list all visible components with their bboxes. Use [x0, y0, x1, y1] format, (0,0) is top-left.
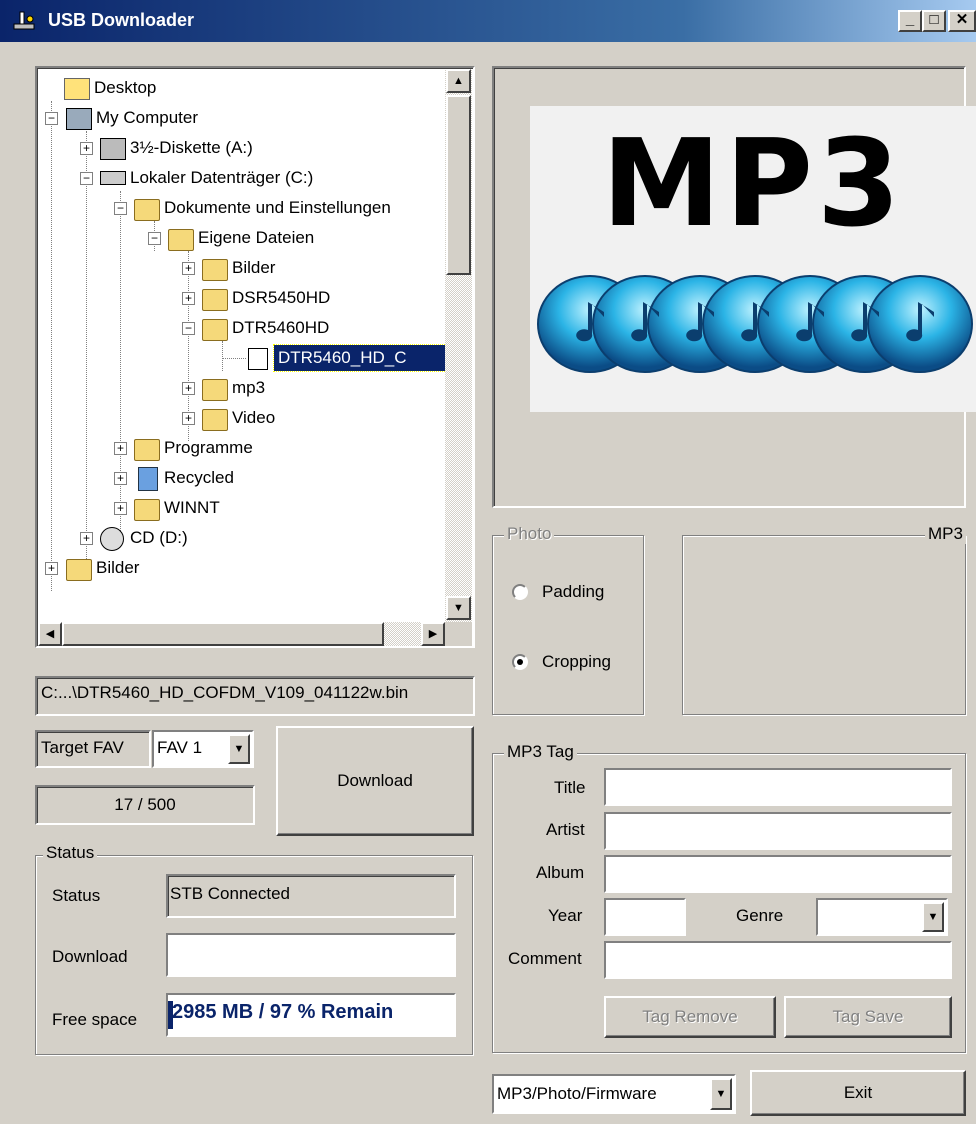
status-label: Status [52, 886, 101, 905]
folder-icon [134, 199, 160, 221]
free-space-label: Free space [52, 1010, 138, 1029]
download-button[interactable]: Download [276, 726, 474, 836]
comment-label: Comment [508, 949, 582, 968]
folder-icon [134, 499, 160, 521]
collapse-icon[interactable]: − [182, 322, 195, 335]
scroll-left-icon[interactable]: ◀ [38, 622, 62, 646]
cd-drive-icon [100, 527, 124, 551]
status-value: STB Connected [166, 874, 456, 918]
expand-icon[interactable]: + [182, 412, 195, 425]
album-input[interactable] [604, 855, 952, 893]
chevron-down-icon[interactable]: ▼ [710, 1078, 732, 1110]
status-group-legend: Status [43, 843, 98, 863]
padding-radio[interactable] [512, 584, 528, 600]
download-progress-field [166, 933, 456, 977]
mp3-group [682, 535, 966, 715]
chevron-down-icon[interactable]: ▼ [922, 902, 944, 932]
photo-group-legend: Photo [504, 524, 555, 544]
tag-remove-button[interactable]: Tag Remove [604, 996, 776, 1038]
expand-icon[interactable]: + [80, 532, 93, 545]
title-label: Title [554, 778, 586, 797]
genre-select[interactable]: ▼ [816, 898, 948, 936]
floppy-drive-icon [100, 138, 126, 160]
folder-icon [202, 319, 228, 341]
folder-icon [66, 559, 92, 581]
expand-icon[interactable]: + [45, 562, 58, 575]
title-input[interactable] [604, 768, 952, 806]
expand-icon[interactable]: + [80, 142, 93, 155]
folder-icon [134, 439, 160, 461]
genre-label: Genre [736, 906, 784, 925]
folder-icon [202, 289, 228, 311]
exit-button[interactable]: Exit [750, 1070, 966, 1116]
mp3-logo-text: MP3 [601, 115, 905, 254]
scroll-up-icon[interactable]: ▲ [446, 69, 471, 93]
mode-select[interactable]: MP3/Photo/Firmware ▼ [492, 1074, 736, 1114]
selected-path-field: C:...\DTR5460_HD_COFDM_V109_041122w.bin [35, 676, 475, 716]
folder-icon [202, 379, 228, 401]
mp3-group-legend: MP3 [925, 524, 966, 544]
hard-drive-icon [100, 171, 126, 185]
album-label: Album [536, 863, 585, 882]
year-label: Year [548, 906, 583, 925]
recycle-bin-icon [138, 467, 158, 491]
folder-tree-content: Desktop − My Computer + 3½-Diskette (A:)… [38, 69, 445, 622]
expand-icon[interactable]: + [182, 262, 195, 275]
artist-input[interactable] [604, 812, 952, 850]
usb-app-icon [12, 10, 38, 32]
target-fav-label: Target FAV [35, 730, 151, 768]
mp3-tag-legend: MP3 Tag [504, 742, 577, 762]
scroll-thumb[interactable] [446, 95, 471, 275]
target-fav-select[interactable]: FAV 1 ▼ [152, 730, 254, 768]
tag-save-button[interactable]: Tag Save [784, 996, 952, 1038]
window-title: USB Downloader [48, 10, 195, 30]
file-icon [248, 348, 268, 370]
folder-icon [202, 409, 228, 431]
expand-icon[interactable]: + [114, 502, 127, 515]
comment-input[interactable] [604, 941, 952, 979]
free-space-field: 2985 MB / 97 % Remain [166, 993, 456, 1037]
folder-icon [168, 229, 194, 251]
year-input[interactable] [604, 898, 686, 936]
computer-icon [66, 108, 92, 130]
expand-icon[interactable]: + [114, 442, 127, 455]
pictures-folder-icon [202, 259, 228, 281]
expand-icon[interactable]: + [114, 472, 127, 485]
expand-icon[interactable]: + [182, 382, 195, 395]
photo-group [492, 535, 644, 715]
download-label: Download [52, 947, 128, 966]
padding-radio-label[interactable]: Padding [542, 582, 604, 602]
scroll-corner [445, 622, 472, 646]
collapse-icon[interactable]: − [45, 112, 58, 125]
artist-label: Artist [546, 820, 585, 839]
collapse-icon[interactable]: − [114, 202, 127, 215]
mp3-preview-image: MP3 [530, 106, 976, 412]
cropping-radio[interactable] [512, 654, 528, 670]
scroll-right-icon[interactable]: ▶ [421, 622, 445, 646]
cropping-radio-label[interactable]: Cropping [542, 652, 611, 672]
close-button[interactable]: ✕ [948, 10, 976, 32]
expand-icon[interactable]: + [182, 292, 195, 305]
collapse-icon[interactable]: − [148, 232, 161, 245]
tree-horizontal-scrollbar[interactable]: ◀ ▶ [38, 622, 445, 646]
scroll-down-icon[interactable]: ▼ [446, 596, 471, 620]
minimize-button[interactable]: _ [898, 10, 922, 32]
scroll-thumb-horizontal[interactable] [62, 622, 384, 646]
file-counter: 17 / 500 [35, 785, 255, 825]
chevron-down-icon[interactable]: ▼ [228, 734, 250, 764]
collapse-icon[interactable]: − [80, 172, 93, 185]
maximize-button[interactable]: □ [922, 10, 946, 32]
desktop-icon [64, 78, 90, 100]
tree-vertical-scrollbar[interactable]: ▲ ▼ [445, 69, 472, 622]
